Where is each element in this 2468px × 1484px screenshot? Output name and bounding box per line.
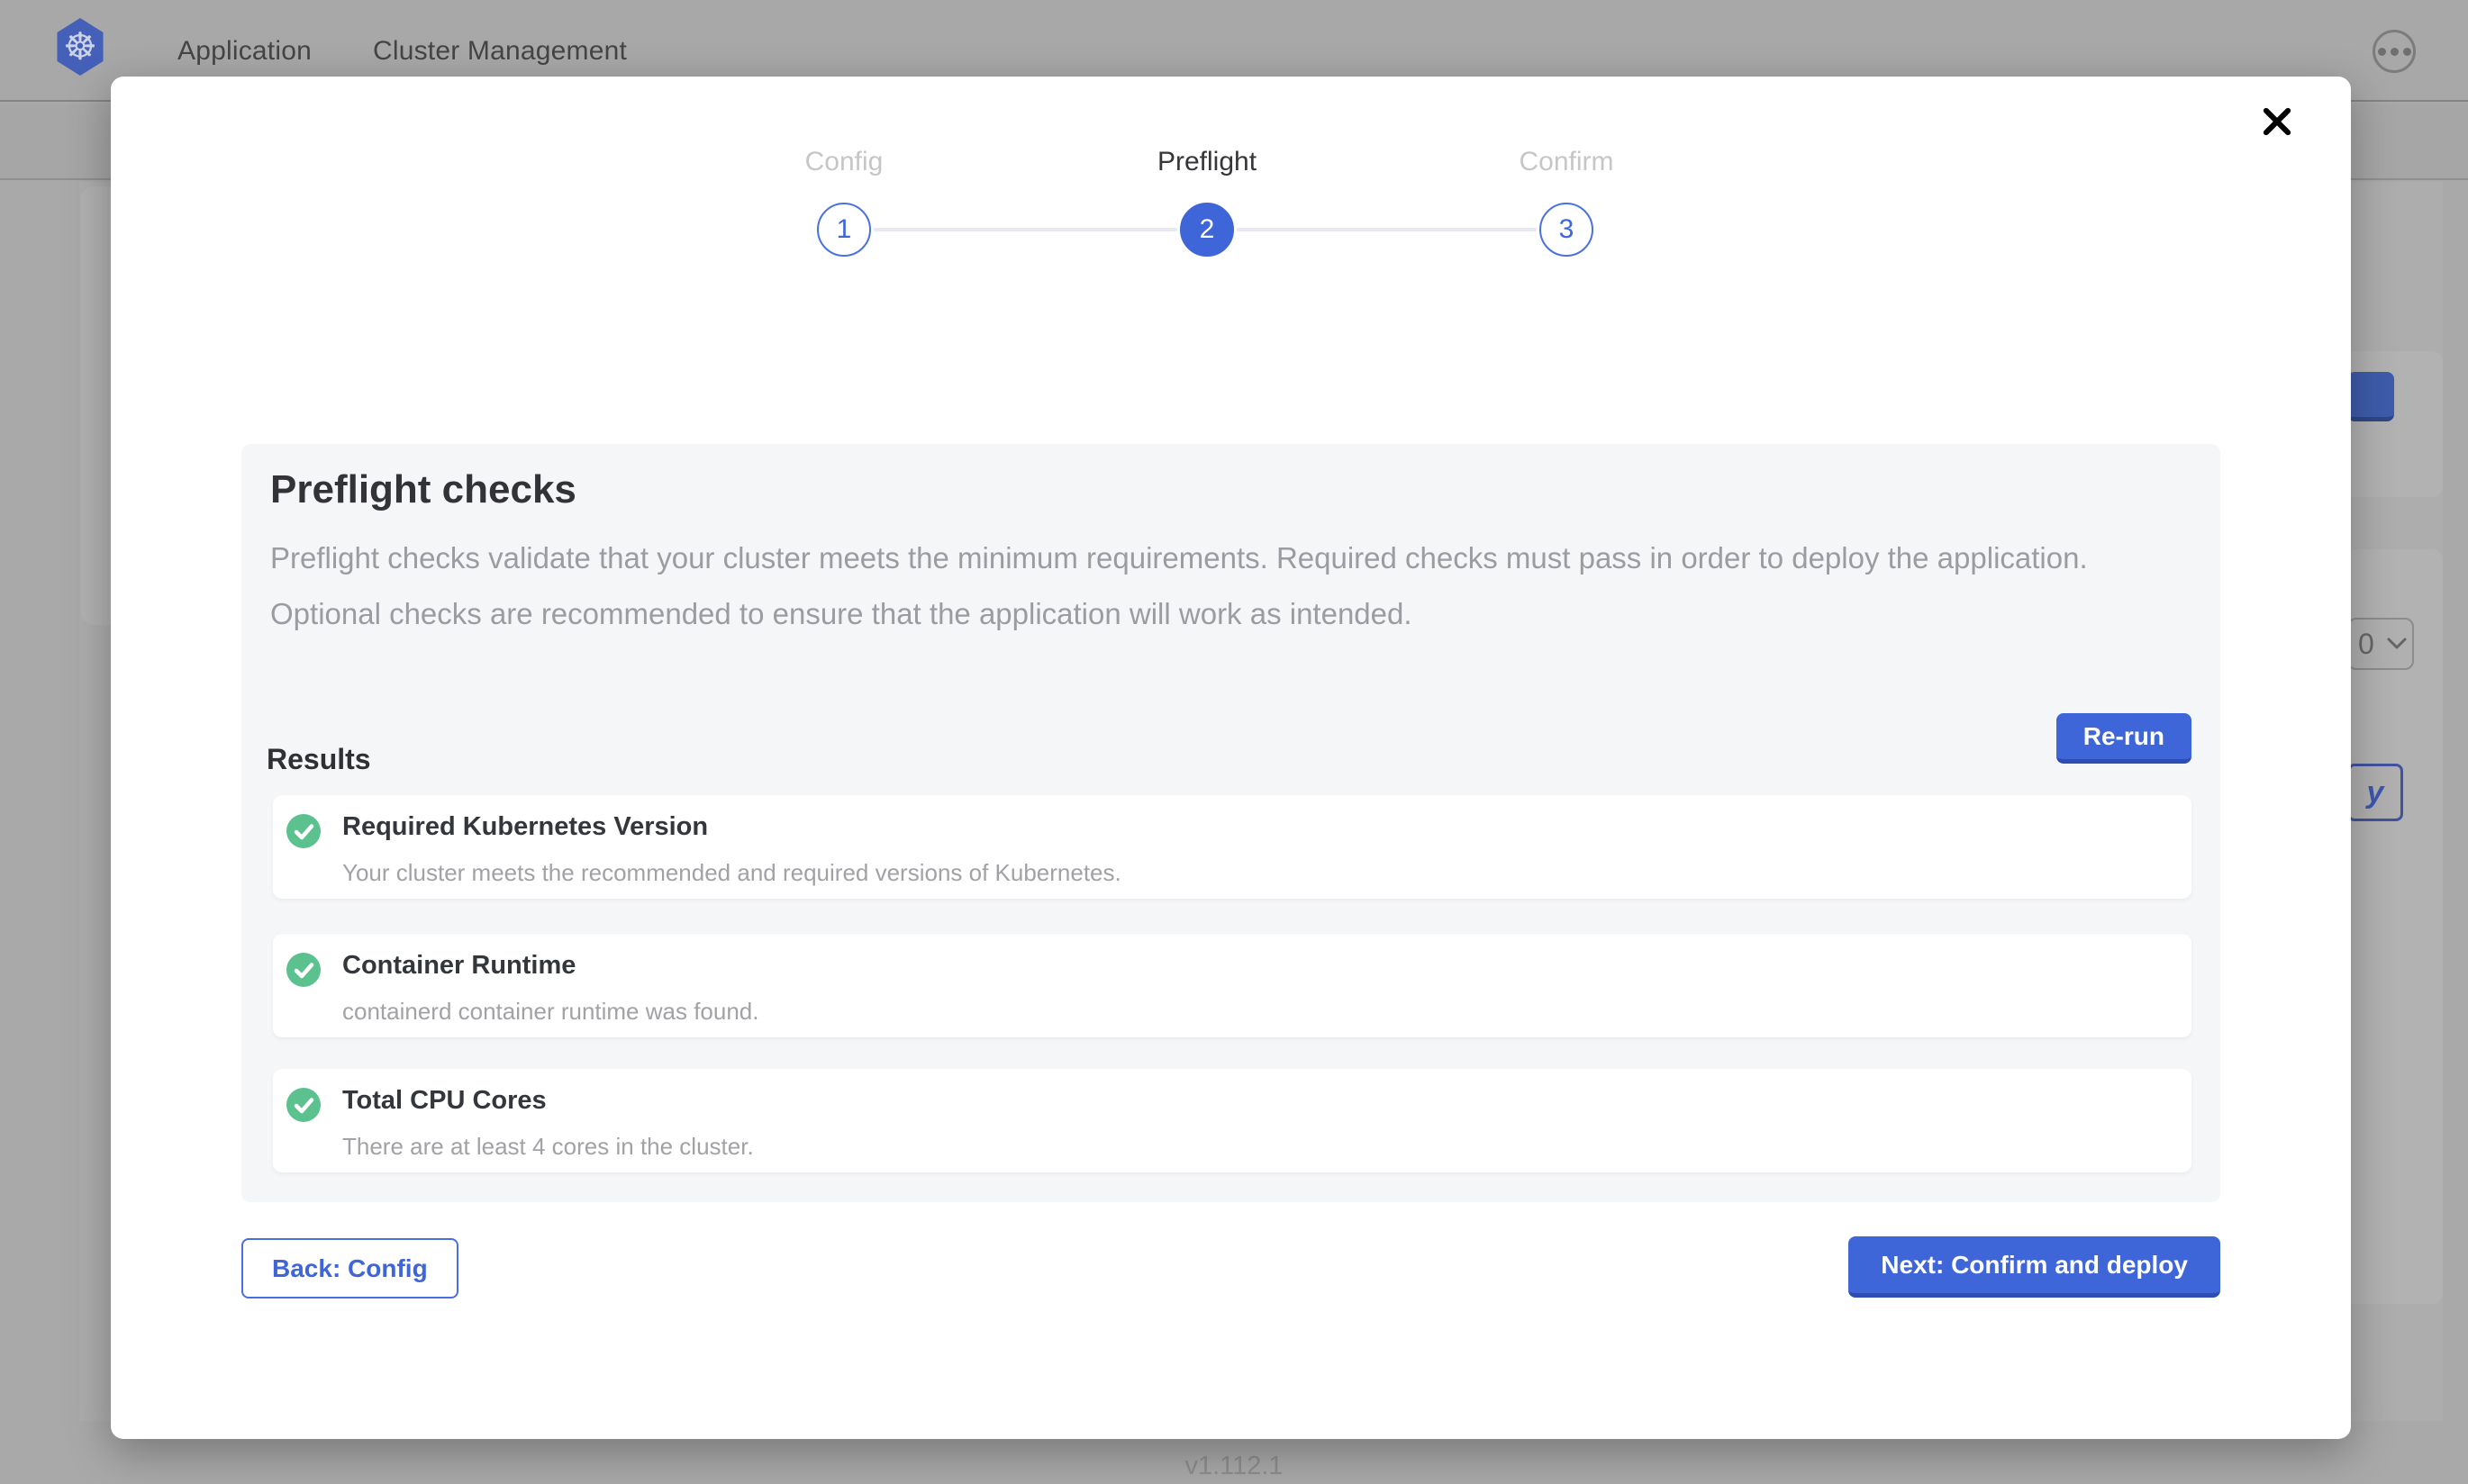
preflight-modal: Config Preflight Confirm 1 2 3 Preflight… (111, 77, 2351, 1439)
step-connector (1237, 228, 1537, 231)
preflight-description: Preflight checks validate that your clus… (270, 530, 2175, 642)
app-version: v1.112.1 (0, 1452, 2468, 1481)
background-partial-outline-button[interactable]: y (2347, 764, 2403, 821)
check-circle-icon (286, 814, 321, 848)
check-detail: Your cluster meets the recommended and r… (342, 859, 1121, 887)
check-title: Total CPU Cores (342, 1086, 547, 1116)
step-circle-1[interactable]: 1 (817, 203, 871, 257)
check-detail: There are at least 4 cores in the cluste… (342, 1133, 754, 1161)
rerun-button[interactable]: Re-run (2056, 713, 2191, 764)
kubernetes-logo-icon: ☸ (54, 18, 106, 76)
check-title: Required Kubernetes Version (342, 812, 708, 842)
step-label-confirm: Confirm (1519, 147, 1613, 177)
partial-button-text: y (2367, 775, 2384, 810)
step-circle-3[interactable]: 3 (1539, 203, 1593, 257)
background-partial-blue-button[interactable] (2347, 372, 2394, 421)
preflight-panel: Preflight checks Preflight checks valida… (241, 444, 2220, 1202)
step-label-config: Config (805, 147, 884, 177)
check-title: Container Runtime (342, 951, 576, 981)
nav-item-application[interactable]: Application (177, 36, 312, 67)
back-config-button[interactable]: Back: Config (241, 1238, 458, 1298)
check-result-row: Required Kubernetes Version Your cluster… (273, 795, 2191, 899)
check-result-row: Container Runtime containerd container r… (273, 934, 2191, 1037)
step-label-preflight: Preflight (1157, 147, 1257, 177)
step-circle-2[interactable]: 2 (1180, 203, 1234, 257)
check-circle-icon (286, 953, 321, 987)
page-title: Preflight checks (270, 467, 576, 512)
check-circle-icon (286, 1088, 321, 1122)
results-heading: Results (267, 743, 371, 776)
step-connector (874, 228, 1177, 231)
more-menu-ellipsis-icon[interactable] (2373, 30, 2416, 73)
background-partial-select[interactable]: 0 (2347, 618, 2414, 670)
chevron-down-icon (2387, 638, 2407, 650)
select-visible-value: 0 (2358, 628, 2374, 661)
close-icon[interactable] (2255, 100, 2299, 143)
nav-item-cluster-management[interactable]: Cluster Management (373, 36, 627, 67)
check-result-row: Total CPU Cores There are at least 4 cor… (273, 1069, 2191, 1172)
next-confirm-deploy-button[interactable]: Next: Confirm and deploy (1848, 1236, 2220, 1298)
check-detail: containerd container runtime was found. (342, 998, 759, 1026)
